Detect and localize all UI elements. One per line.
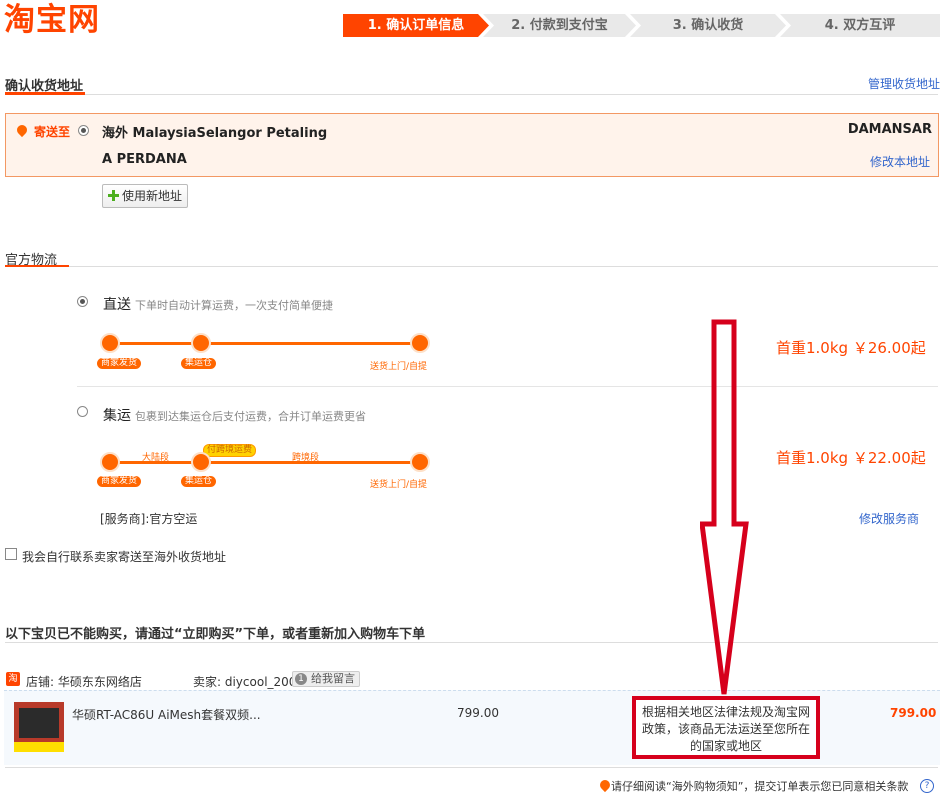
step-confirm-order: 1. 确认订单信息: [343, 14, 489, 37]
notice-pin-icon: [597, 777, 613, 793]
divider: [77, 386, 938, 387]
node-label-delivery: 送货上门/自提: [370, 480, 428, 490]
cross-border-fee-badge: 付跨境运费: [203, 444, 257, 457]
footer-notice[interactable]: 请仔细阅读“海外购物须知”，提交订单表示您已同意相关条款: [611, 778, 908, 794]
node-label-merchant: 商家发货: [97, 476, 142, 487]
direct-ship-name: 直送: [103, 297, 131, 313]
consolidated-route-line: [110, 461, 420, 464]
unit-price: 799.00: [457, 706, 499, 720]
consolidated-ship-price: 首重1.0kg ￥22.00起: [776, 449, 926, 467]
step-confirm-receipt: 3. 确认收货: [630, 14, 786, 37]
shop-icon: 淘: [6, 672, 20, 686]
product-thumbnail[interactable]: [14, 702, 64, 752]
truck-icon: [100, 333, 120, 353]
node-label-warehouse: 集运仓: [181, 358, 217, 369]
step-pay-alipay: 2. 付款到支付宝: [483, 14, 636, 37]
divider: [5, 642, 938, 643]
divider: [5, 266, 938, 267]
use-new-address-label: 使用新地址: [122, 189, 183, 203]
help-icon[interactable]: ?: [920, 779, 934, 793]
consolidated-ship-name: 集运: [103, 408, 131, 424]
direct-route-line: [110, 342, 420, 345]
consolidated-ship-desc: 包裹到达集运仓后支付运费，合并订单运费更省: [135, 410, 366, 423]
order-steps: 1. 确认订单信息 2. 付款到支付宝 3. 确认收货 4. 双方互评: [343, 14, 940, 37]
leave-message-button[interactable]: 1 给我留言: [292, 671, 360, 687]
address-radio[interactable]: [78, 125, 89, 136]
section-underline: [5, 92, 85, 95]
node-label-delivery: 送货上门/自提: [370, 362, 428, 372]
annotation-arrow-icon: [700, 319, 749, 695]
use-new-address-button[interactable]: 使用新地址: [102, 184, 188, 208]
section-underline: [5, 265, 69, 267]
taobao-logo[interactable]: 淘宝网: [4, 2, 100, 38]
address-line2: A PERDANA: [102, 152, 187, 167]
seller-name[interactable]: 卖家: diycool_2005: [193, 673, 304, 690]
product-banner: [14, 742, 64, 752]
node-label-warehouse: 集运仓: [181, 476, 217, 487]
ship-to-label: 寄送至: [34, 125, 71, 139]
node-label-merchant: 商家发货: [97, 358, 142, 369]
direct-ship-radio[interactable]: [77, 296, 88, 307]
service-provider: [服务商]:官方空运: [100, 512, 198, 526]
router-image: [19, 708, 59, 738]
self-contact-label: 我会自行联系卖家寄送至海外收货地址: [22, 550, 227, 564]
plus-icon: [108, 190, 119, 201]
chat-icon: 1: [295, 673, 307, 685]
direct-ship-price: 首重1.0kg ￥26.00起: [776, 339, 926, 357]
direct-ship-desc: 下单时自动计算运费，一次支付简单便捷: [135, 299, 333, 312]
divider: [5, 767, 938, 768]
cannot-ship-notice-text: 根据相关地区法律法规及淘宝网政策，该商品无法运送至您所在的国家或地区: [642, 705, 811, 753]
item-total: 799.00: [890, 706, 937, 720]
warehouse-icon: [191, 452, 211, 472]
self-contact-checkbox[interactable]: [5, 548, 17, 560]
location-pin-icon: [14, 122, 30, 138]
selected-address-box[interactable]: 寄送至 海外 MalaysiaSelangor Petaling DAMANSA…: [5, 113, 939, 177]
truck-icon: [100, 452, 120, 472]
divider: [5, 94, 938, 95]
leave-message-label: 给我留言: [311, 672, 355, 685]
cannot-ship-notice: 根据相关地区法律法规及淘宝网政策，该商品无法运送至您所在的国家或地区: [632, 696, 820, 759]
manage-address-link[interactable]: 管理收货地址: [868, 75, 940, 92]
warehouse-icon: [191, 333, 211, 353]
step-mutual-review: 4. 双方互评: [780, 14, 940, 37]
consolidated-ship-radio[interactable]: [77, 406, 88, 417]
edit-address-link[interactable]: 修改本地址: [870, 153, 930, 170]
edit-provider-link[interactable]: 修改服务商: [859, 510, 919, 527]
home-icon: [410, 452, 430, 472]
shop-name-link[interactable]: 店铺: 华硕东东网络店: [26, 673, 142, 690]
unavailable-items-title: 以下宝贝已不能购买，请通过“立即购买”下单，或者重新加入购物车下单: [5, 627, 426, 642]
address-line1-right: DAMANSAR: [847, 122, 932, 137]
product-title-link[interactable]: 华硕RT-AC86U AiMesh套餐双频...: [72, 706, 272, 723]
home-icon: [410, 333, 430, 353]
address-line1: 海外 MalaysiaSelangor Petaling: [102, 126, 328, 141]
